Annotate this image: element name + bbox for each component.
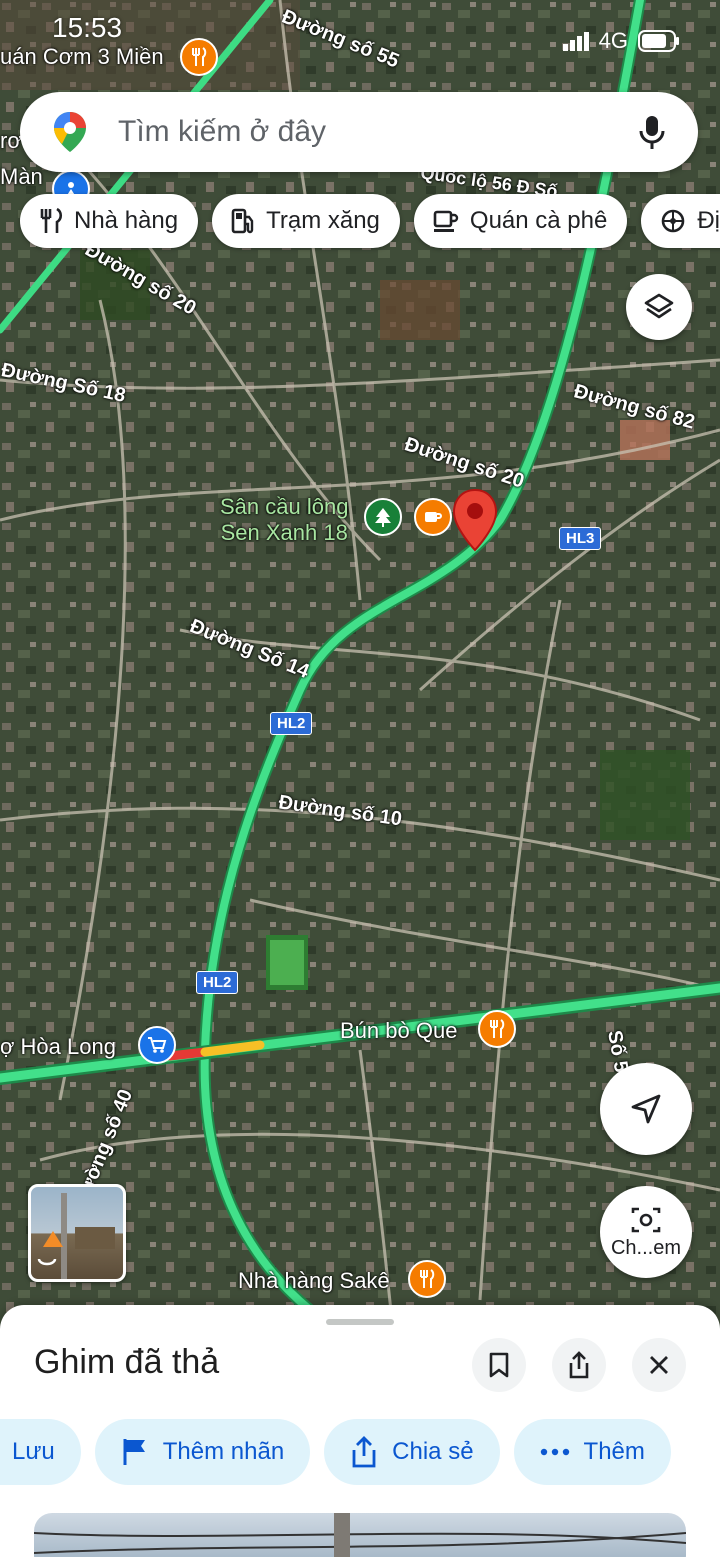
camera-button-label: Ch...em [610, 1236, 682, 1259]
more-horiz-icon [540, 1448, 569, 1456]
share-icon [569, 1351, 589, 1379]
restaurant-icon[interactable] [180, 38, 218, 76]
restaurant-icon[interactable] [408, 1260, 446, 1298]
action-buttons: Lưu Thêm nhãn Chia sẻ Thêm [0, 1419, 671, 1485]
coffee-icon [433, 210, 459, 232]
poi-label[interactable]: Nhà hàng Sakê [238, 1268, 390, 1294]
attractions-icon [662, 209, 685, 233]
share-action-button[interactable]: Chia sẻ [324, 1419, 500, 1485]
map-edge-label: rơ [0, 128, 22, 153]
chip-label: Nhà hàng [74, 207, 179, 234]
more-button[interactable]: Thêm [513, 1419, 671, 1485]
bookmark-icon [489, 1352, 509, 1378]
chip-gas-station[interactable]: Trạm xăng [212, 194, 400, 248]
search-bar[interactable]: Tìm kiếm ở đây [20, 92, 698, 172]
navigation-arrow-icon [631, 1094, 661, 1124]
shopping-cart-icon[interactable] [138, 1026, 176, 1064]
battery-icon [638, 30, 679, 52]
network-type: 4G [598, 28, 628, 53]
microphone-icon[interactable] [632, 112, 672, 152]
layers-button[interactable] [626, 274, 692, 340]
status-icons: 4G [562, 28, 680, 54]
road-shield: HL3 [559, 527, 602, 550]
my-location-button[interactable] [600, 1063, 692, 1155]
search-input[interactable]: Tìm kiếm ở đây [118, 115, 632, 149]
camera-button[interactable]: Ch...em [600, 1186, 692, 1278]
flag-icon [123, 1439, 145, 1465]
place-photo[interactable] [34, 1513, 686, 1557]
restaurant-icon[interactable] [478, 1010, 516, 1048]
restaurant-icon [40, 207, 63, 233]
poi-label[interactable]: uán Cơm 3 Miền [0, 44, 164, 70]
action-label: Thêm [583, 1438, 645, 1465]
street-view-thumbnail[interactable] [28, 1184, 126, 1282]
chip-coffee[interactable]: Quán cà phê [413, 194, 628, 248]
add-label-button[interactable]: Thêm nhãn [94, 1419, 311, 1485]
chip-label: Quán cà phê [469, 207, 608, 234]
chip-attractions[interactable]: Địa [641, 194, 720, 248]
share-icon [352, 1436, 376, 1468]
gas-station-icon [231, 208, 254, 234]
map-edge-label: Màn [0, 164, 43, 189]
poi-label[interactable]: ợ Hòa Long [0, 1034, 116, 1060]
coffee-icon[interactable] [414, 498, 452, 536]
camera-icon [631, 1207, 661, 1232]
place-bottom-sheet[interactable]: Ghim đã thả Lưu Thêm nhãn Chia sẻ Thêm [0, 1305, 720, 1557]
chip-restaurant[interactable]: Nhà hàng [20, 194, 199, 248]
dropped-pin-icon[interactable] [452, 488, 498, 552]
sheet-title: Ghim đã thả [34, 1343, 220, 1381]
chip-label: Trạm xăng [266, 207, 380, 234]
sheet-drag-handle[interactable] [326, 1319, 394, 1325]
road-shield: HL2 [270, 712, 313, 735]
action-label: Thêm nhãn [162, 1438, 285, 1465]
category-chips: Nhà hàng Trạm xăng Quán cà phê Địa [20, 194, 720, 248]
save-button[interactable] [472, 1338, 526, 1392]
poi-label[interactable]: Sân cầu lông Sen Xanh 18 [220, 494, 348, 546]
road-shield: HL2 [196, 971, 239, 994]
close-icon [650, 1356, 668, 1374]
google-maps-logo-icon [54, 112, 86, 152]
share-button[interactable] [552, 1338, 606, 1392]
layers-icon [644, 293, 674, 319]
save-action-button[interactable]: Lưu [0, 1419, 81, 1485]
action-label: Lưu [12, 1438, 55, 1465]
close-button[interactable] [632, 1338, 686, 1392]
status-time: 15:53 [52, 12, 123, 43]
park-icon[interactable] [364, 498, 402, 536]
action-label: Chia sẻ [392, 1438, 474, 1465]
signal-icon [562, 32, 589, 51]
chip-label: Địa [697, 207, 720, 234]
poi-label[interactable]: Bún bò Que [340, 1018, 457, 1044]
